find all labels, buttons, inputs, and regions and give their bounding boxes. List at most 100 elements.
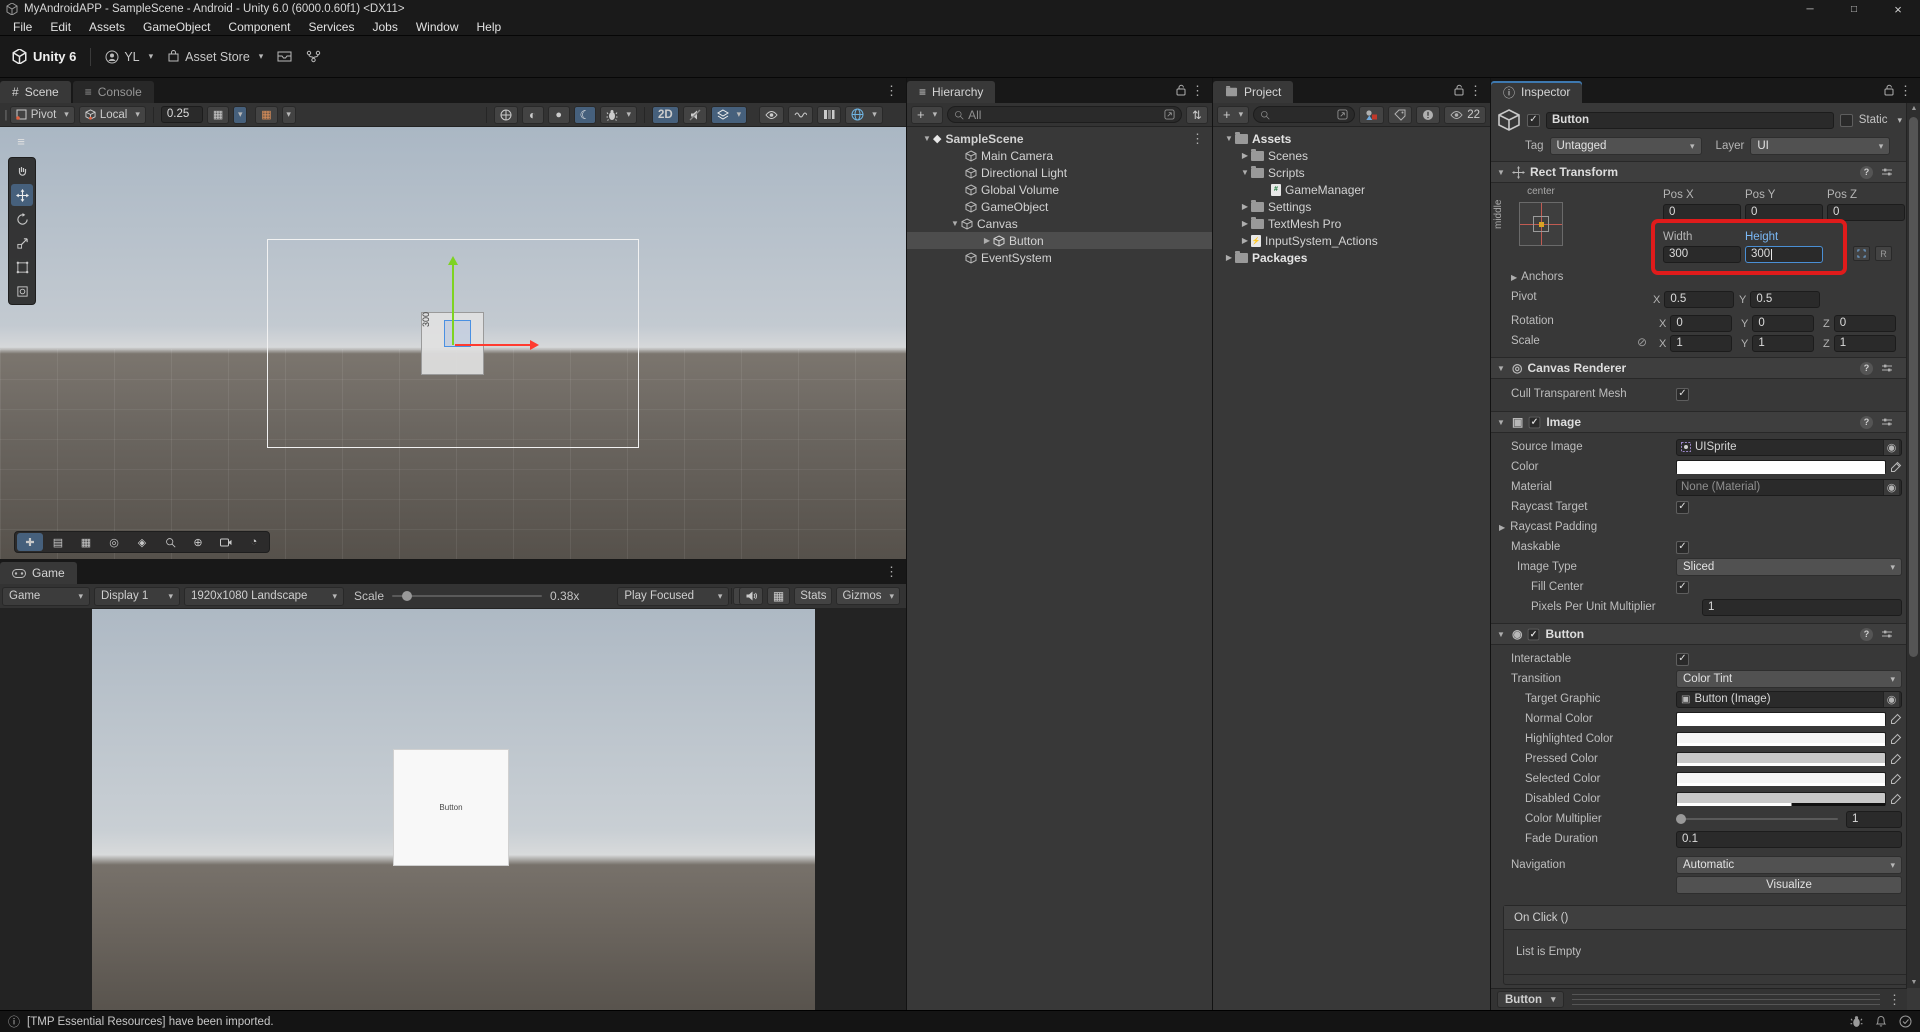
pos-y-field[interactable]: 0 xyxy=(1745,204,1823,221)
tab-hierarchy[interactable]: ≡ Hierarchy xyxy=(907,81,995,103)
raw-edit-button[interactable]: R xyxy=(1875,246,1892,261)
foldout-open-icon[interactable]: ▼ xyxy=(1497,418,1507,427)
eyedropper-icon[interactable] xyxy=(1890,461,1902,473)
pivot-y-field[interactable]: 0.5 xyxy=(1750,291,1820,308)
overlay-grid-button[interactable]: ▦ xyxy=(73,533,99,551)
scroll-down-icon[interactable]: ▼ xyxy=(1907,979,1920,986)
tab-console[interactable]: ≡ Console xyxy=(73,81,154,103)
y-axis-gizmo[interactable] xyxy=(452,260,454,345)
foldout-open-icon[interactable]: ▼ xyxy=(1497,630,1507,639)
overlay-orbit-button[interactable]: ◎ xyxy=(101,533,127,551)
disabled-color-swatch[interactable] xyxy=(1676,792,1886,806)
resolution-dropdown[interactable]: 1920x1080 Landscape▾ xyxy=(184,587,344,606)
foldout-closed-icon[interactable]: ▶ xyxy=(1239,151,1251,160)
overlay-menu-icon[interactable]: ≡ xyxy=(10,133,32,149)
display-dropdown[interactable]: Display 1▾ xyxy=(94,587,180,606)
raycast-checkbox[interactable]: ✓ xyxy=(1676,501,1689,514)
lock-icon[interactable] xyxy=(1884,84,1894,96)
eyedropper-icon[interactable] xyxy=(1890,753,1902,765)
anchors-foldout[interactable]: ▶ Anchors xyxy=(1511,271,1563,283)
project-item-inputactions[interactable]: ▶ ⚡ InputSystem_Actions xyxy=(1213,232,1490,249)
project-menu-icon[interactable]: ⋮ xyxy=(1469,83,1482,99)
name-field[interactable]: Button xyxy=(1546,112,1834,129)
debug-dropdown[interactable]: ▾ xyxy=(600,106,637,124)
game-mode-dropdown[interactable]: Game▾ xyxy=(2,587,90,606)
pos-x-field[interactable]: 0 xyxy=(1663,204,1741,221)
rect-tool[interactable] xyxy=(11,256,33,278)
layer-dropdown[interactable]: UI ▾ xyxy=(1750,137,1890,155)
transform-tool[interactable] xyxy=(11,280,33,302)
help-icon[interactable]: ? xyxy=(1860,416,1873,429)
snap-increment-button[interactable]: ▦ xyxy=(255,106,277,124)
transition-dropdown[interactable]: Color Tint ▾ xyxy=(1676,670,1902,688)
interactable-checkbox[interactable]: ✓ xyxy=(1676,653,1689,666)
menu-edit[interactable]: Edit xyxy=(41,18,80,35)
normal-color-swatch[interactable] xyxy=(1676,712,1886,726)
unity-version-button[interactable]: Unity 6 xyxy=(12,49,76,64)
hierarchy-item-button[interactable]: ▶ Button xyxy=(907,232,1212,249)
fade-duration-field[interactable]: 0.1 xyxy=(1676,831,1902,848)
game-gizmos-dropdown[interactable]: Gizmos ▾ xyxy=(836,587,900,605)
target-graphic-field[interactable]: ▣ Button (Image) ◉ xyxy=(1676,691,1902,708)
hierarchy-search-input[interactable]: All xyxy=(947,106,1182,123)
overlay-frame-button[interactable]: ⊕ xyxy=(185,533,211,551)
visualize-button[interactable]: Visualize xyxy=(1676,876,1902,894)
effects-toggle[interactable]: ☾ xyxy=(574,106,597,124)
raycast-padding-row[interactable]: ▶ Raycast Padding xyxy=(1491,517,1920,537)
scale-x-field[interactable]: 1 xyxy=(1670,335,1732,352)
grid-size-field[interactable]: 0.25 xyxy=(161,106,203,123)
game-ui-button[interactable]: Button xyxy=(394,750,508,865)
version-control-button[interactable] xyxy=(306,50,321,63)
overlay-camera-button[interactable] xyxy=(213,533,239,551)
project-search-input[interactable] xyxy=(1253,106,1355,123)
foldout-closed-icon[interactable]: ▶ xyxy=(1223,253,1235,262)
hierarchy-menu-icon[interactable]: ⋮ xyxy=(1191,83,1204,99)
component-view-button[interactable] xyxy=(817,106,841,124)
scrollbar-thumb[interactable] xyxy=(1909,117,1918,657)
game-render-area[interactable]: Button xyxy=(92,609,815,1012)
rendering-debug-dropdown[interactable]: ▾ xyxy=(711,106,748,124)
tab-project[interactable]: Project xyxy=(1213,81,1293,103)
presets-icon[interactable] xyxy=(1881,416,1893,428)
package-manager-button[interactable] xyxy=(277,50,292,63)
camera-settings-button[interactable] xyxy=(788,106,813,124)
overlay-move-button[interactable]: ✚ xyxy=(17,533,43,551)
maximize-button[interactable]: □ xyxy=(1832,0,1876,18)
image-type-dropdown[interactable]: Sliced ▾ xyxy=(1676,558,1902,576)
presets-icon[interactable] xyxy=(1881,628,1893,640)
scene-panel-menu-icon[interactable]: ⋮ xyxy=(885,83,898,99)
x-axis-gizmo[interactable] xyxy=(455,344,535,346)
project-item-script[interactable]: # GameManager xyxy=(1213,181,1490,198)
foldout-open-icon[interactable]: ▼ xyxy=(921,134,933,143)
pivot-x-field[interactable]: 0.5 xyxy=(1664,291,1734,308)
asset-store-dropdown[interactable]: Asset Store ▾ xyxy=(167,50,263,64)
foldout-open-icon[interactable]: ▼ xyxy=(1497,364,1507,373)
game-panel-menu-icon[interactable]: ⋮ xyxy=(885,564,898,580)
menu-help[interactable]: Help xyxy=(468,18,511,35)
debug-status-icon[interactable] xyxy=(1850,1015,1863,1028)
inspector-menu-icon[interactable]: ⋮ xyxy=(1899,83,1912,99)
presets-icon[interactable] xyxy=(1881,362,1893,374)
ppu-field[interactable]: 1 xyxy=(1702,599,1902,616)
audio-mute-toggle[interactable] xyxy=(683,106,707,124)
hierarchy-item-canvas[interactable]: ▼ Canvas xyxy=(907,215,1212,232)
stats-toggle[interactable]: Stats xyxy=(794,587,832,605)
snap-increment-dropdown[interactable]: ▾ xyxy=(282,106,296,124)
pressed-color-swatch[interactable] xyxy=(1676,752,1886,766)
highlighted-color-swatch[interactable] xyxy=(1676,732,1886,746)
scale-slider[interactable] xyxy=(392,595,542,597)
lock-icon[interactable] xyxy=(1454,84,1464,96)
foldout-closed-icon[interactable]: ▶ xyxy=(1239,202,1251,211)
menu-assets[interactable]: Assets xyxy=(80,18,134,35)
color-swatch[interactable] xyxy=(1676,460,1886,474)
project-item[interactable]: ▶ Settings xyxy=(1213,198,1490,215)
shading-mode-button[interactable] xyxy=(494,106,518,124)
navigation-dropdown[interactable]: Automatic ▾ xyxy=(1676,856,1902,874)
menu-window[interactable]: Window xyxy=(407,18,468,35)
account-dropdown[interactable]: YL ▾ xyxy=(105,50,153,64)
hierarchy-item[interactable]: EventSystem xyxy=(907,249,1212,266)
foldout-open-icon[interactable]: ▼ xyxy=(1223,134,1235,143)
source-image-field[interactable]: UISprite ◉ xyxy=(1676,439,1902,456)
grid-snap-dropdown[interactable]: ▾ xyxy=(233,106,247,124)
menu-jobs[interactable]: Jobs xyxy=(363,18,406,35)
